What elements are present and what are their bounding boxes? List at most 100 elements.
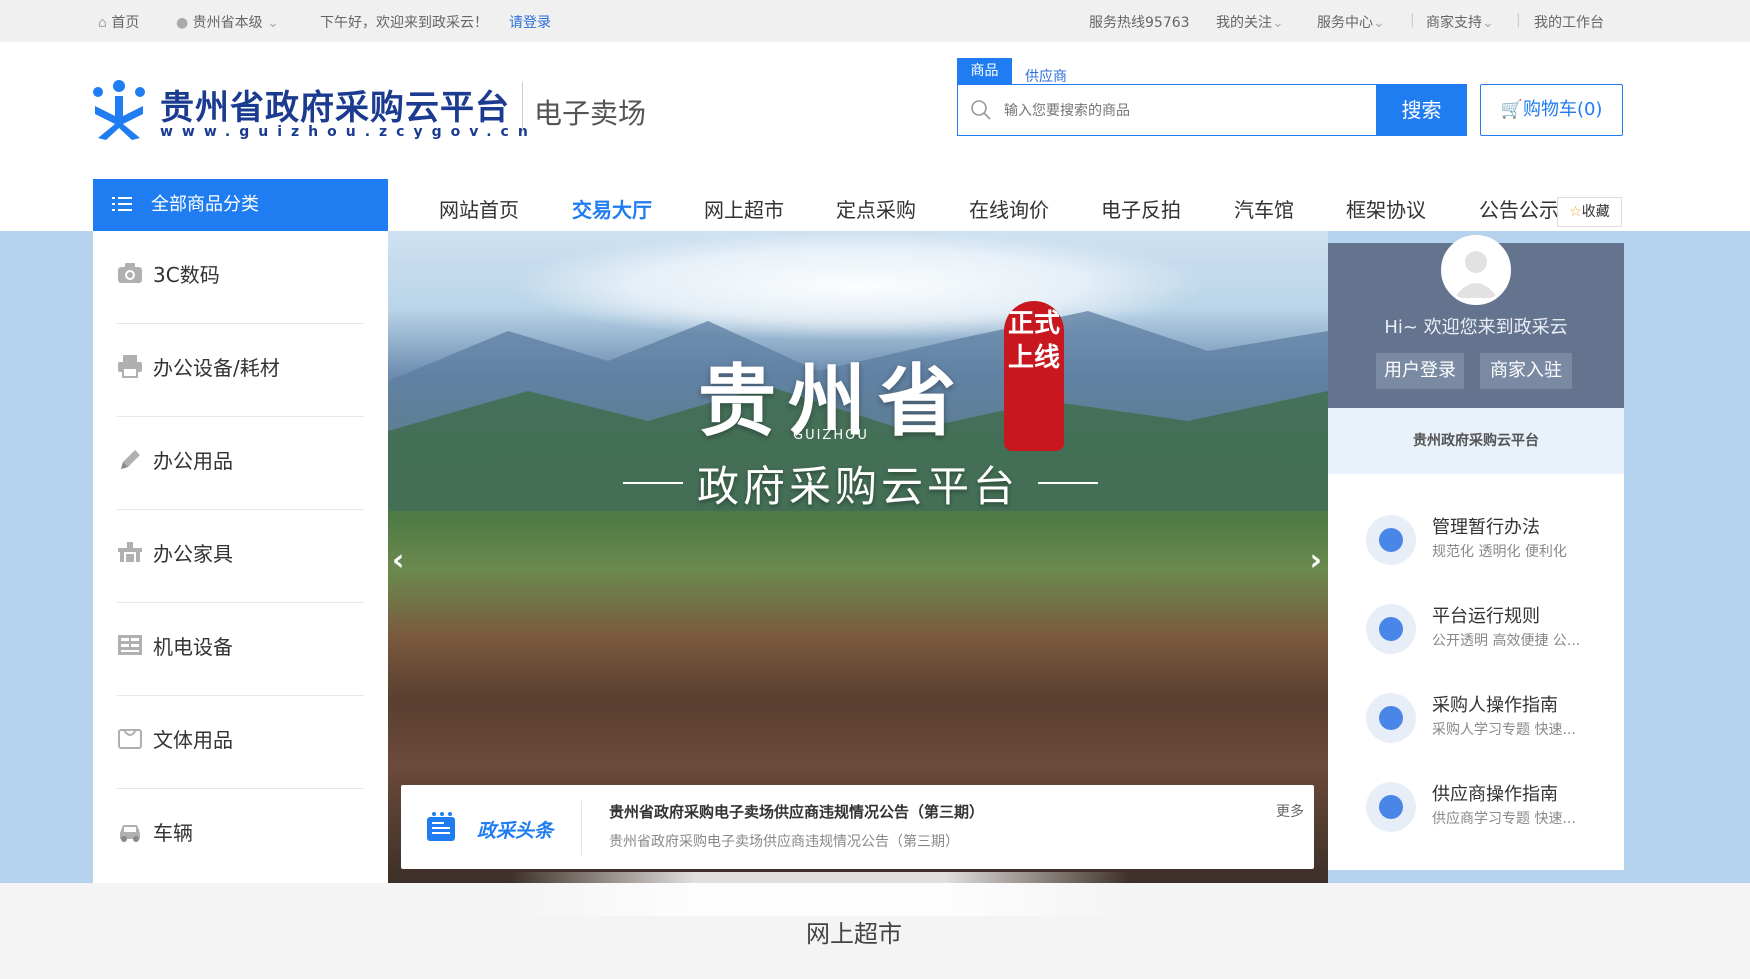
nav-item-trading-hall[interactable]: 交易大厅 xyxy=(572,194,652,223)
chevron-down-icon: ⌄ xyxy=(1272,15,1284,31)
logo-divider xyxy=(522,82,523,132)
favorite-button[interactable]: ☆收藏 xyxy=(1557,197,1622,227)
pen-icon xyxy=(121,450,140,469)
nav-item-online-mall[interactable]: 网上超市 xyxy=(704,194,784,223)
merchant-join-button[interactable]: 商家入驻 xyxy=(1480,353,1572,389)
workbench-link[interactable]: 我的工作台 xyxy=(1534,12,1604,32)
all-categories-button[interactable]: 全部商品分类 xyxy=(93,179,388,231)
guide-item[interactable]: 平台运行规则 公开透明 高效便捷 公... xyxy=(1328,594,1624,674)
user-panel: Hi~ 欢迎您来到政采云 用户登录 商家入驻 贵州政府采购云平台 管理暂行办法 … xyxy=(1328,235,1624,870)
banner-seal: 正式上线 xyxy=(1004,301,1064,451)
search-tab-goods[interactable]: 商品 xyxy=(957,58,1012,85)
hotline-text: 服务热线95763 xyxy=(1089,15,1190,31)
category-item[interactable]: 办公设备/耗材 xyxy=(93,324,388,417)
category-item[interactable]: 机电设备 xyxy=(93,603,388,696)
bag-icon xyxy=(118,729,142,749)
news-subtitle-link[interactable]: 贵州省政府采购电子卖场供应商违规情况公告（第三期） xyxy=(609,831,959,851)
guide-item[interactable]: 采购人操作指南 采购人学习专题 快速... xyxy=(1328,683,1624,763)
guide-title[interactable]: 供应商操作指南 xyxy=(1432,780,1558,806)
merchant-support-menu[interactable]: 商家支持⌄ xyxy=(1426,12,1494,32)
news-title-link[interactable]: 贵州省政府采购电子卖场供应商违规情况公告（第三期） xyxy=(609,801,984,822)
guide-subtitle: 规范化 透明化 便利化 xyxy=(1432,544,1567,560)
platform-label: 贵州政府采购云平台 xyxy=(1328,408,1624,474)
home-link[interactable]: ⌂ 首页 xyxy=(98,12,139,32)
search-icon xyxy=(971,100,991,120)
furniture-icon xyxy=(118,542,142,562)
category-label[interactable]: 办公设备/耗材 xyxy=(153,352,280,381)
avatar[interactable] xyxy=(1441,235,1511,305)
login-link[interactable]: 请登录 xyxy=(509,12,551,32)
category-item[interactable]: 3C数码 xyxy=(93,231,388,324)
service-center-label[interactable]: 服务中心 xyxy=(1317,15,1373,31)
rules-icon xyxy=(1366,604,1416,654)
guide-title[interactable]: 采购人操作指南 xyxy=(1432,691,1558,717)
news-brand: 政采头条 xyxy=(477,820,554,842)
home-label[interactable]: 首页 xyxy=(111,15,139,31)
cart-icon: 🛒 xyxy=(1500,99,1523,120)
logo-title[interactable]: 贵州省政府采购云平台 xyxy=(160,80,510,129)
favorite-label[interactable]: 收藏 xyxy=(1582,204,1610,220)
printer-icon xyxy=(118,355,142,378)
category-sidebar: 3C数码 办公设备/耗材 办公用品 办公家具 机电设备 文体用品 车辆 xyxy=(93,231,388,883)
nav-item-designated-purchase[interactable]: 定点采购 xyxy=(836,194,916,223)
region-selector[interactable]: ● 贵州省本级 ⌄ xyxy=(176,12,279,32)
category-label[interactable]: 机电设备 xyxy=(153,631,233,660)
machine-icon xyxy=(118,635,142,655)
nav-item-auto-hall[interactable]: 汽车馆 xyxy=(1234,194,1294,223)
category-label[interactable]: 办公用品 xyxy=(153,445,233,474)
chevron-left-icon[interactable]: ‹ xyxy=(392,543,404,578)
divider xyxy=(581,801,582,855)
category-label[interactable]: 办公家具 xyxy=(153,538,233,567)
banner-subtitle: 政府采购云平台 xyxy=(696,462,1019,511)
chevron-down-icon: ⌄ xyxy=(267,15,279,31)
divider: | xyxy=(1516,12,1521,28)
search-tab-supplier[interactable]: 供应商 xyxy=(1025,66,1067,86)
nav-item-reverse-auction[interactable]: 电子反拍 xyxy=(1101,194,1181,223)
guide-item[interactable]: 管理暂行办法 规范化 透明化 便利化 xyxy=(1328,505,1624,585)
merchant-support-label[interactable]: 商家支持 xyxy=(1426,15,1482,31)
nav-item-announcements[interactable]: 公告公示 xyxy=(1479,194,1559,223)
document-icon xyxy=(1366,782,1416,832)
news-more-link[interactable]: 更多 xyxy=(1276,801,1304,821)
category-item[interactable]: 文体用品 xyxy=(93,696,388,789)
category-label[interactable]: 3C数码 xyxy=(153,259,220,288)
search-button[interactable]: 搜索 xyxy=(1376,84,1467,136)
lock-icon xyxy=(1366,515,1416,565)
nav-item-framework-agreement[interactable]: 框架协议 xyxy=(1346,194,1426,223)
logo-subtitle: 电子卖场 xyxy=(534,97,647,130)
list-icon xyxy=(112,197,132,211)
chevron-down-icon: ⌄ xyxy=(1482,15,1494,31)
guide-title[interactable]: 平台运行规则 xyxy=(1432,602,1540,628)
guide-subtitle: 公开透明 高效便捷 公... xyxy=(1432,633,1581,649)
chevron-right-icon[interactable]: › xyxy=(1310,543,1322,578)
logo-url: www.guizhou.zcygov.cn xyxy=(160,124,537,140)
star-icon: ☆ xyxy=(1569,204,1582,220)
guide-item[interactable]: 供应商操作指南 供应商学习专题 快速... xyxy=(1328,772,1624,852)
category-label[interactable]: 文体用品 xyxy=(153,724,233,753)
region-label[interactable]: 贵州省本级 xyxy=(193,15,263,31)
camera-icon xyxy=(118,263,142,283)
category-item[interactable]: 办公家具 xyxy=(93,510,388,603)
document-icon xyxy=(1366,693,1416,743)
user-panel-header: Hi~ 欢迎您来到政采云 用户登录 商家入驻 xyxy=(1328,235,1624,408)
search-input[interactable] xyxy=(1004,98,1364,124)
service-center-menu[interactable]: 服务中心⌄ xyxy=(1317,12,1385,32)
user-login-button[interactable]: 用户登录 xyxy=(1376,353,1464,389)
guide-subtitle: 采购人学习专题 快速... xyxy=(1432,722,1576,738)
cart-label[interactable]: 购物车(0) xyxy=(1523,99,1603,120)
car-icon xyxy=(120,825,140,842)
category-item[interactable]: 车辆 xyxy=(93,789,388,882)
my-follow-label[interactable]: 我的关注 xyxy=(1216,15,1272,31)
guide-subtitle: 供应商学习专题 快速... xyxy=(1432,811,1576,827)
my-follow-menu[interactable]: 我的关注⌄ xyxy=(1216,12,1284,32)
cart-button[interactable]: 🛒购物车(0) xyxy=(1480,84,1623,136)
nav-item-home[interactable]: 网站首页 xyxy=(439,194,519,223)
category-label[interactable]: 车辆 xyxy=(153,817,193,846)
greeting-text: 下午好，欢迎来到政采云！ xyxy=(320,15,488,31)
category-item[interactable]: 办公用品 xyxy=(93,417,388,510)
chevron-down-icon: ⌄ xyxy=(1373,15,1385,31)
news-bar: 政采头条 贵州省政府采购电子卖场供应商违规情况公告（第三期） 贵州省政府采购电子… xyxy=(401,785,1314,869)
guide-title[interactable]: 管理暂行办法 xyxy=(1432,513,1540,539)
logo-icon[interactable] xyxy=(90,78,148,142)
nav-item-online-inquiry[interactable]: 在线询价 xyxy=(969,194,1049,223)
